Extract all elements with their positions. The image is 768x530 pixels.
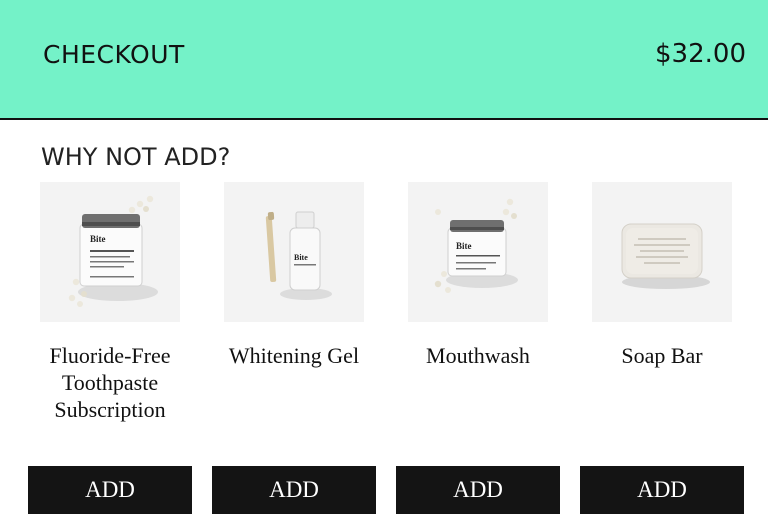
add-whitening-gel-button[interactable]: ADD [212, 466, 376, 514]
toothpaste-jar-icon[interactable]: Bite [40, 182, 180, 322]
product-card-toothpaste: Bite Fluoride-Free Toothpaste Subscripti… [28, 182, 192, 530]
product-card-soap-bar: Soap Bar ADD [580, 182, 744, 530]
product-name[interactable]: Soap Bar [580, 342, 744, 369]
whitening-gel-bottle-icon[interactable]: Bite [224, 182, 364, 322]
checkout-title[interactable]: CHECKOUT [43, 40, 185, 69]
mouthwash-jar-icon[interactable]: Bite [408, 182, 548, 322]
checkout-total: $32.00 [655, 39, 746, 69]
upsell-heading: WHY NOT ADD? [41, 143, 231, 171]
product-card-mouthwash: Bite Mouthwash ADD [396, 182, 560, 530]
checkout-header[interactable]: CHECKOUT $32.00 [0, 0, 768, 120]
product-name[interactable]: Whitening Gel [212, 342, 376, 369]
add-soap-bar-button[interactable]: ADD [580, 466, 744, 514]
product-name[interactable]: Mouthwash [396, 342, 560, 369]
jar-brand-label: Bite [456, 241, 472, 251]
add-mouthwash-button[interactable]: ADD [396, 466, 560, 514]
bottle-brand-label: Bite [294, 253, 308, 262]
product-card-whitening-gel: Bite Whitening Gel ADD [212, 182, 376, 530]
add-toothpaste-button[interactable]: ADD [28, 466, 192, 514]
jar-brand-label: Bite [90, 234, 106, 244]
soap-bar-icon[interactable] [592, 182, 732, 322]
product-name[interactable]: Fluoride-Free Toothpaste Subscription [28, 342, 192, 423]
